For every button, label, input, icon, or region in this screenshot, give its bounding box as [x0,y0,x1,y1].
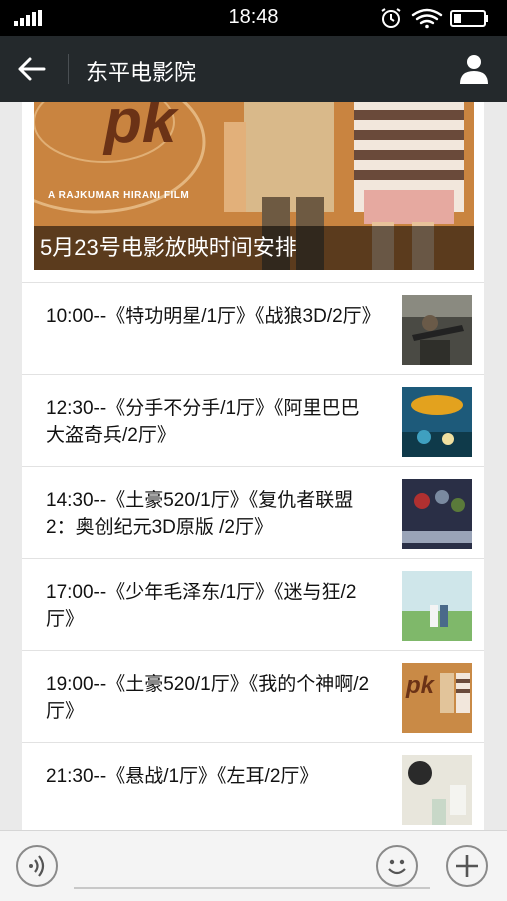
list-item[interactable]: 19:00--《土豪520/1厅》《我的个神啊/2厅》 pk [22,650,484,742]
svg-text:pk: pk [405,672,436,699]
showtime-text: 14:30--《土豪520/1厅》《复仇者联盟2：奥创纪元3D原版 /2厅》 [46,490,354,538]
showtime-text: 19:00--《土豪520/1厅》《我的个神啊/2厅》 [46,674,370,722]
voice-button[interactable] [16,845,58,887]
input-bar [0,830,507,901]
battery-icon [450,10,488,27]
movie-thumbnail [402,295,472,365]
wifi-icon [411,8,443,29]
list-item[interactable]: 14:30--《土豪520/1厅》《复仇者联盟2：奥创纪元3D原版 /2厅》 [22,466,484,558]
movie-thumbnail [402,387,472,457]
movie-thumbnail [402,755,472,825]
showtime-text: 12:30--《分手不分手/1厅》《阿里巴巴大盗奇兵/2厅》 [46,398,360,446]
voice-icon [29,855,45,877]
status-bar: 18:48 [0,0,507,36]
hero-banner[interactable]: pk A RAJKUMAR HIRANI FILM 5月23号电影放映时间安排 [34,102,474,270]
schedule-list: 10:00--《特功明星/1厅》《战狼3D/2厅》 12:30--《分手不分手/… [22,282,484,830]
person-icon [460,55,488,84]
list-item[interactable]: 12:30--《分手不分手/1厅》《阿里巴巴大盗奇兵/2厅》 [22,374,484,466]
showtime-text: 10:00--《特功明星/1厅》《战狼3D/2厅》 [46,306,381,327]
plus-icon [456,855,478,877]
svg-text:pk: pk [102,102,180,156]
nav-divider [68,54,69,84]
movie-thumbnail [402,479,472,549]
profile-button[interactable] [457,52,491,86]
hero-title: 5月23号电影放映时间安排 [34,226,474,270]
showtime-text: 17:00--《少年毛泽东/1厅》《迷与狂/2厅》 [46,582,357,630]
emoji-icon [388,859,406,875]
nav-bar: 东平电影院 [0,36,507,102]
showtime-text: 21:30--《悬战/1厅》《左耳/2厅》 [46,766,319,787]
add-button[interactable] [446,845,488,887]
page-title: 东平电影院 [86,60,197,85]
list-item[interactable]: 17:00--《少年毛泽东/1厅》《迷与狂/2厅》 [22,558,484,650]
movie-thumbnail [402,571,472,641]
list-item[interactable]: 21:30--《悬战/1厅》《左耳/2厅》 [22,742,484,830]
poster-credit: A RAJKUMAR HIRANI FILM [48,190,190,201]
movie-thumbnail: pk [402,663,472,733]
alarm-icon [381,8,401,28]
emoji-button[interactable] [376,845,418,887]
back-arrow-icon [18,57,46,81]
article-content: pk A RAJKUMAR HIRANI FILM 5月23号电影放映时间安排 … [22,102,484,830]
status-icons [377,6,497,30]
list-item[interactable]: 10:00--《特功明星/1厅》《战狼3D/2厅》 [22,282,484,374]
back-button[interactable] [14,52,54,86]
